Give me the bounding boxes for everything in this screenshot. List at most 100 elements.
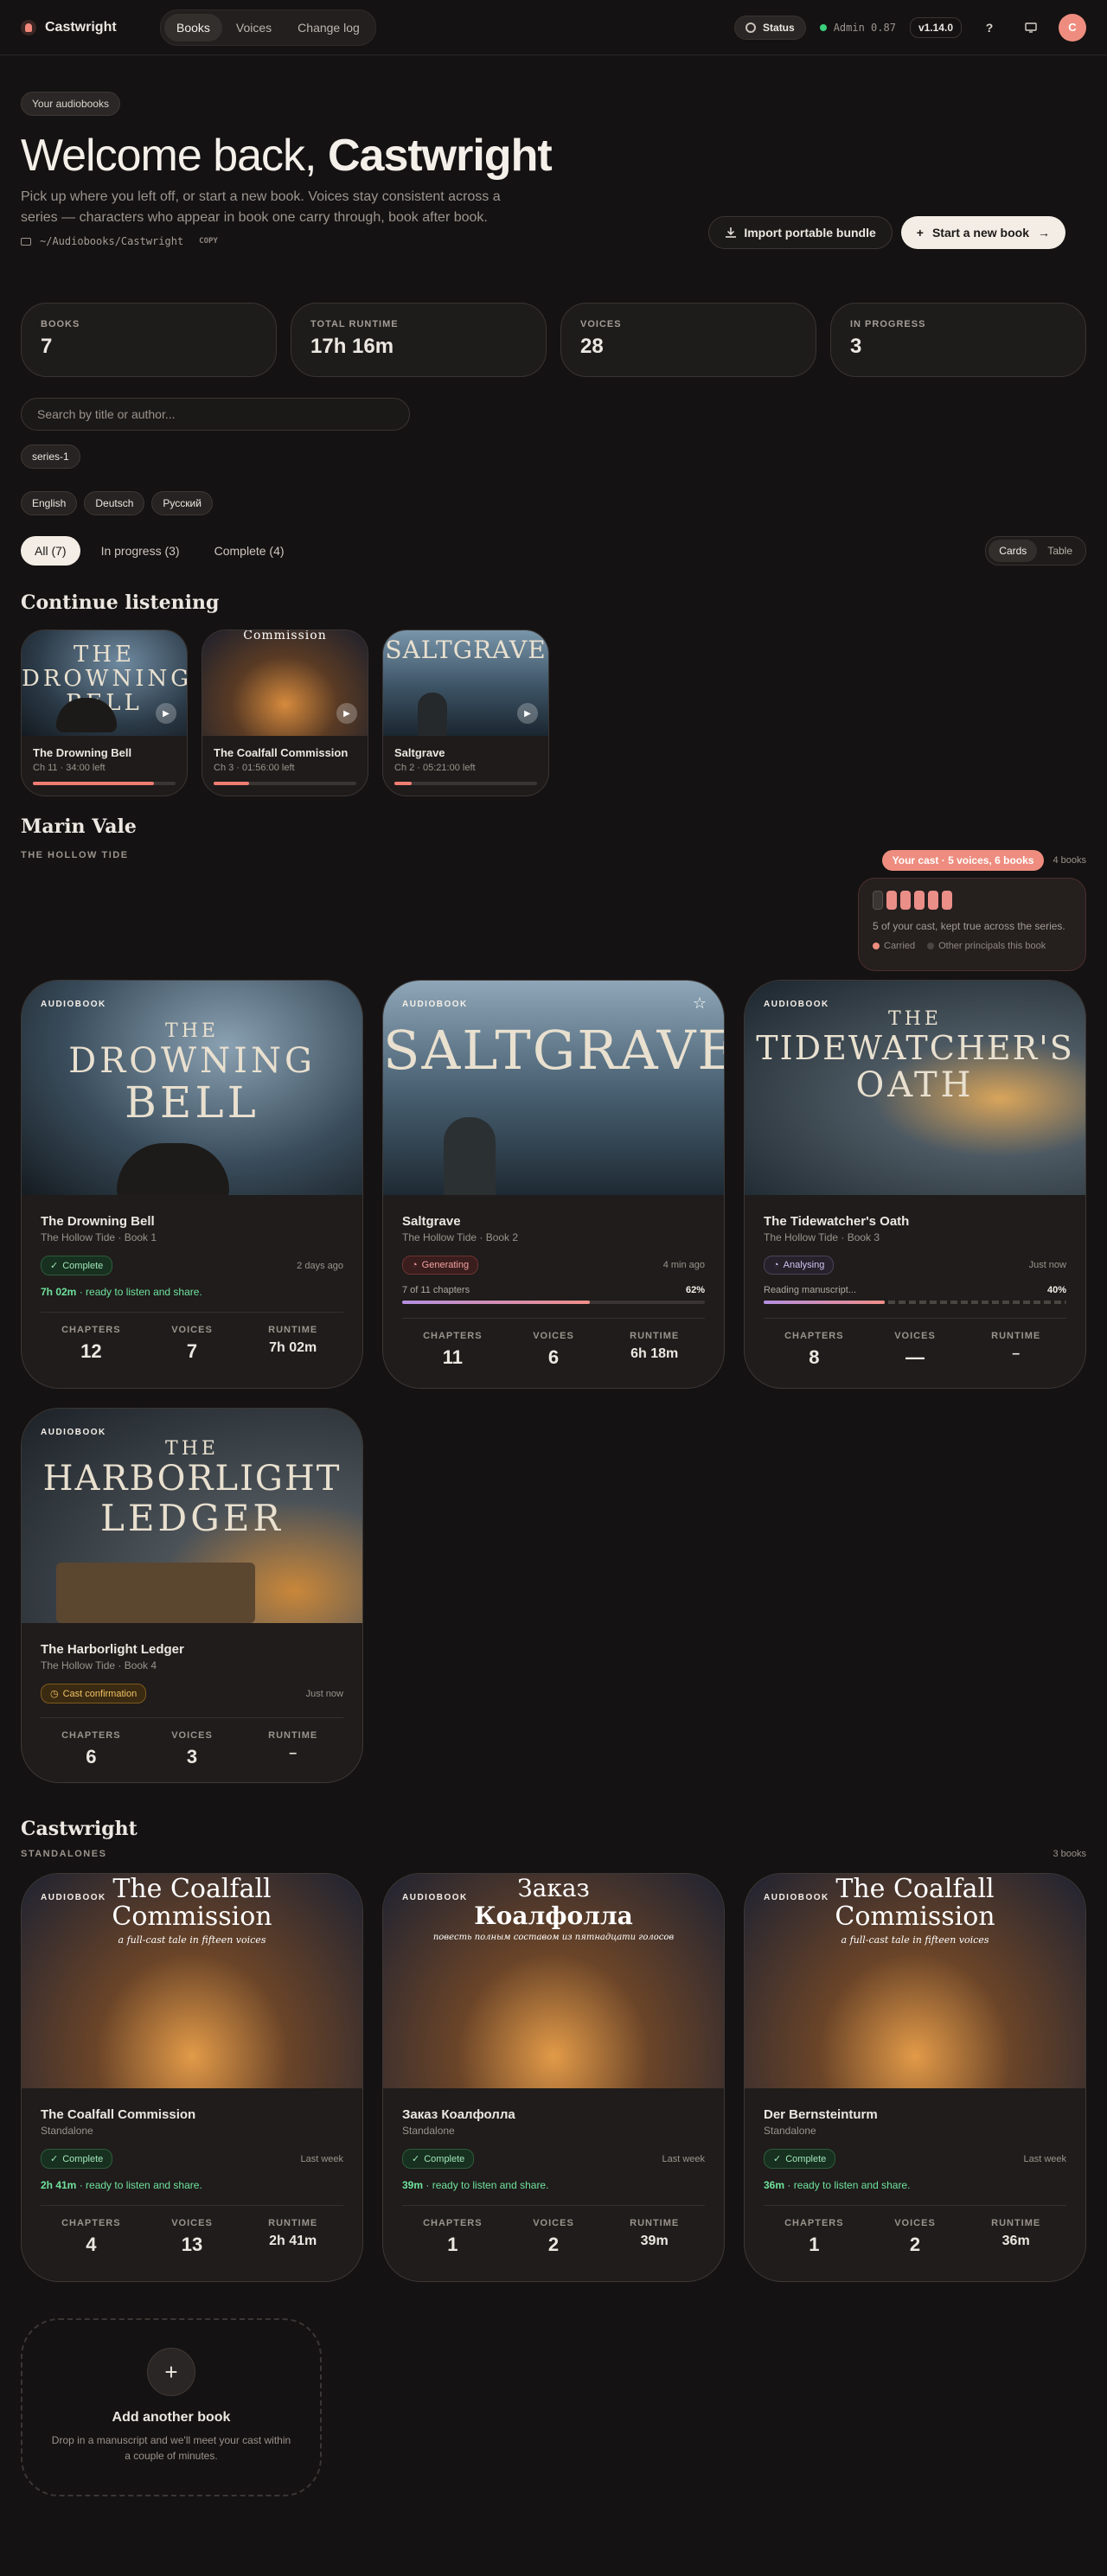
top-bar: Castwright Books Voices Change log Statu… bbox=[0, 0, 1107, 55]
page-subtitle: Pick up where you left off, or start a n… bbox=[21, 189, 501, 225]
book-card[interactable]: AUDIOBOOK THE TIDEWATCHER'S OATH The Tid… bbox=[744, 980, 1086, 1389]
book-card[interactable]: AUDIOBOOK THE HARBORLIGHT LEDGER The Har… bbox=[21, 1408, 363, 1783]
tab-in-progress[interactable]: In progress (3) bbox=[87, 536, 194, 566]
start-new-book-button[interactable]: + Start a new book → bbox=[900, 216, 1065, 249]
book-series: The Hollow Tide · Book 1 bbox=[41, 1231, 157, 1243]
ready-time: 36m bbox=[764, 2179, 785, 2191]
series-tag[interactable]: series-1 bbox=[21, 444, 80, 469]
book-metrics: CHAPTERS 1 VOICES 2 RUNTIME 36m bbox=[764, 2205, 1066, 2256]
status-row: ◔ Analysing Just now bbox=[764, 1256, 1066, 1275]
ready-text: · ready to listen and share. bbox=[76, 2179, 202, 2191]
status-text: Complete bbox=[785, 2153, 827, 2164]
metric-runtime: 39m bbox=[640, 2234, 669, 2248]
series-filters: series-1 bbox=[21, 444, 1086, 469]
progress-bar bbox=[764, 1301, 1066, 1304]
status-badge: ◷ Cast confirmation bbox=[41, 1684, 147, 1703]
view-table[interactable]: Table bbox=[1037, 540, 1083, 562]
view-cards[interactable]: Cards bbox=[989, 540, 1038, 562]
progress-fill bbox=[214, 782, 250, 785]
language-filters: English Deutsch Русский bbox=[21, 491, 1086, 515]
star-icon[interactable]: ☆ bbox=[693, 994, 707, 1013]
path-text: ~/Audiobooks/Castwright bbox=[40, 235, 184, 247]
continue-progress bbox=[33, 782, 176, 785]
standalone-label: STANDALONES bbox=[21, 1849, 107, 1859]
language-english[interactable]: English bbox=[21, 491, 78, 515]
ready-text: · ready to listen and share. bbox=[423, 2179, 549, 2191]
language-russian[interactable]: Русский bbox=[151, 491, 213, 515]
help-button[interactable]: ? bbox=[976, 14, 1003, 42]
continue-item[interactable]: Commission ▶ The Coalfall Commission Ch … bbox=[202, 630, 368, 796]
play-icon[interactable]: ▶ bbox=[336, 703, 357, 724]
arrow-right-icon: → bbox=[1038, 226, 1050, 240]
cover-art: AUDIOBOOK The Coalfall Commission a full… bbox=[745, 1874, 1085, 2088]
top-right-controls: Status Admin 0.87 v1.14.0 ? C bbox=[734, 13, 1086, 42]
tab-all[interactable]: All (7) bbox=[21, 536, 80, 566]
book-title: The Coalfall Commission bbox=[41, 2107, 196, 2122]
continue-progress bbox=[214, 782, 356, 785]
book-card[interactable]: AUDIOBOOK Заказ Коалфолла повесть полным… bbox=[382, 1873, 725, 2282]
monitor-icon[interactable] bbox=[1017, 14, 1045, 42]
metric-voices: 2 bbox=[909, 2234, 921, 2255]
status-row: ◔ Generating 4 min ago bbox=[402, 1256, 705, 1275]
status-label: Status bbox=[763, 21, 795, 34]
add-book-title: Add another book bbox=[112, 2410, 231, 2425]
ready-time: 39m bbox=[402, 2179, 424, 2191]
cover-title-line: OATH bbox=[855, 1065, 975, 1105]
metric-voices: 2 bbox=[547, 2234, 560, 2255]
ready-text: · ready to listen and share. bbox=[784, 2179, 911, 2191]
progress-fill bbox=[33, 782, 155, 785]
status-button[interactable]: Status bbox=[734, 15, 806, 40]
play-icon[interactable]: ▶ bbox=[517, 703, 538, 724]
progress-percent: 62% bbox=[685, 1285, 705, 1295]
book-title: Saltgrave bbox=[402, 1214, 461, 1229]
book-card[interactable]: AUDIOBOOK The Coalfall Commission a full… bbox=[744, 1873, 1086, 2282]
cast-legend: Carried Other principals this book bbox=[873, 941, 1072, 951]
book-card[interactable]: AUDIOBOOK THE DROWNING BELL The Drowning… bbox=[21, 980, 363, 1389]
updated-time: Last week bbox=[300, 2153, 343, 2164]
series-name: THE HOLLOW TIDE bbox=[21, 850, 129, 860]
book-card[interactable]: AUDIOBOOK The Coalfall Commission a full… bbox=[21, 1873, 363, 2282]
audiobook-badge: AUDIOBOOK bbox=[764, 1893, 829, 1902]
nav-change-log[interactable]: Change log bbox=[285, 14, 372, 42]
plus-icon: + bbox=[916, 226, 924, 240]
nav-voices[interactable]: Voices bbox=[224, 14, 284, 42]
ready-line: 7h 02m · ready to listen and share. bbox=[41, 1286, 343, 1298]
import-bundle-button[interactable]: Import portable bundle bbox=[708, 216, 893, 249]
continue-item[interactable]: THE DROWNING BELL ▶ The Drowning Bell Ch… bbox=[21, 630, 188, 796]
metric-chapters: 8 bbox=[809, 1346, 820, 1368]
series-header: THE HOLLOW TIDE Your cast · 5 voices, 6 … bbox=[21, 850, 1086, 971]
metric-label: VOICES bbox=[171, 2218, 213, 2228]
language-deutsch[interactable]: Deutsch bbox=[84, 491, 145, 515]
main-content: Your audiobooks Welcome back, Castwright… bbox=[0, 92, 1107, 2496]
add-book-card[interactable]: + Add another book Drop in a manuscript … bbox=[21, 2318, 322, 2496]
castwright-logo-icon bbox=[21, 19, 36, 35]
card-body: Заказ Коалфолла Standalone ✓ Complete Las… bbox=[383, 2088, 724, 2275]
avatar[interactable]: C bbox=[1059, 13, 1086, 42]
stat-books: BOOKS 7 bbox=[21, 303, 277, 377]
metric-runtime: 7h 02m bbox=[269, 1340, 317, 1355]
metric-label: RUNTIME bbox=[991, 2218, 1041, 2228]
tab-complete[interactable]: Complete (4) bbox=[201, 536, 298, 566]
status-badge: ✓ Complete bbox=[41, 1256, 113, 1275]
metric-label: RUNTIME bbox=[268, 1325, 318, 1335]
audiobook-badge: AUDIOBOOK bbox=[41, 1893, 106, 1902]
progress-fill bbox=[402, 1301, 590, 1304]
play-icon[interactable]: ▶ bbox=[156, 703, 176, 724]
metric-label: RUNTIME bbox=[630, 2218, 680, 2228]
search-input[interactable]: Search by title or author... bbox=[21, 398, 410, 431]
audiobook-badge: AUDIOBOOK bbox=[402, 1000, 468, 1009]
brand[interactable]: Castwright bbox=[21, 19, 146, 35]
nav-books[interactable]: Books bbox=[164, 13, 222, 42]
ready-line: 39m · ready to listen and share. bbox=[402, 2179, 705, 2191]
book-card[interactable]: AUDIOBOOK ☆ SALTGRAVE Saltgrave The Holl… bbox=[382, 980, 725, 1389]
copy-path-button[interactable]: COPY bbox=[192, 237, 218, 246]
card-body: The Drowning Bell The Hollow Tide · Book… bbox=[22, 1195, 362, 1382]
continue-item[interactable]: SALTGRAVE ▶ Saltgrave Ch 2 · 05:21:00 le… bbox=[382, 630, 549, 796]
metric-label: CHAPTERS bbox=[423, 2218, 483, 2228]
metric-label: RUNTIME bbox=[991, 1331, 1041, 1341]
cast-pill[interactable]: Your cast · 5 voices, 6 books bbox=[881, 850, 1045, 871]
version-badge[interactable]: v1.14.0 bbox=[909, 16, 962, 38]
spinner-icon: ◔ bbox=[773, 1260, 779, 1270]
progress-row: 7 of 11 chapters 62% bbox=[402, 1285, 705, 1295]
metric-label: CHAPTERS bbox=[784, 1331, 844, 1341]
